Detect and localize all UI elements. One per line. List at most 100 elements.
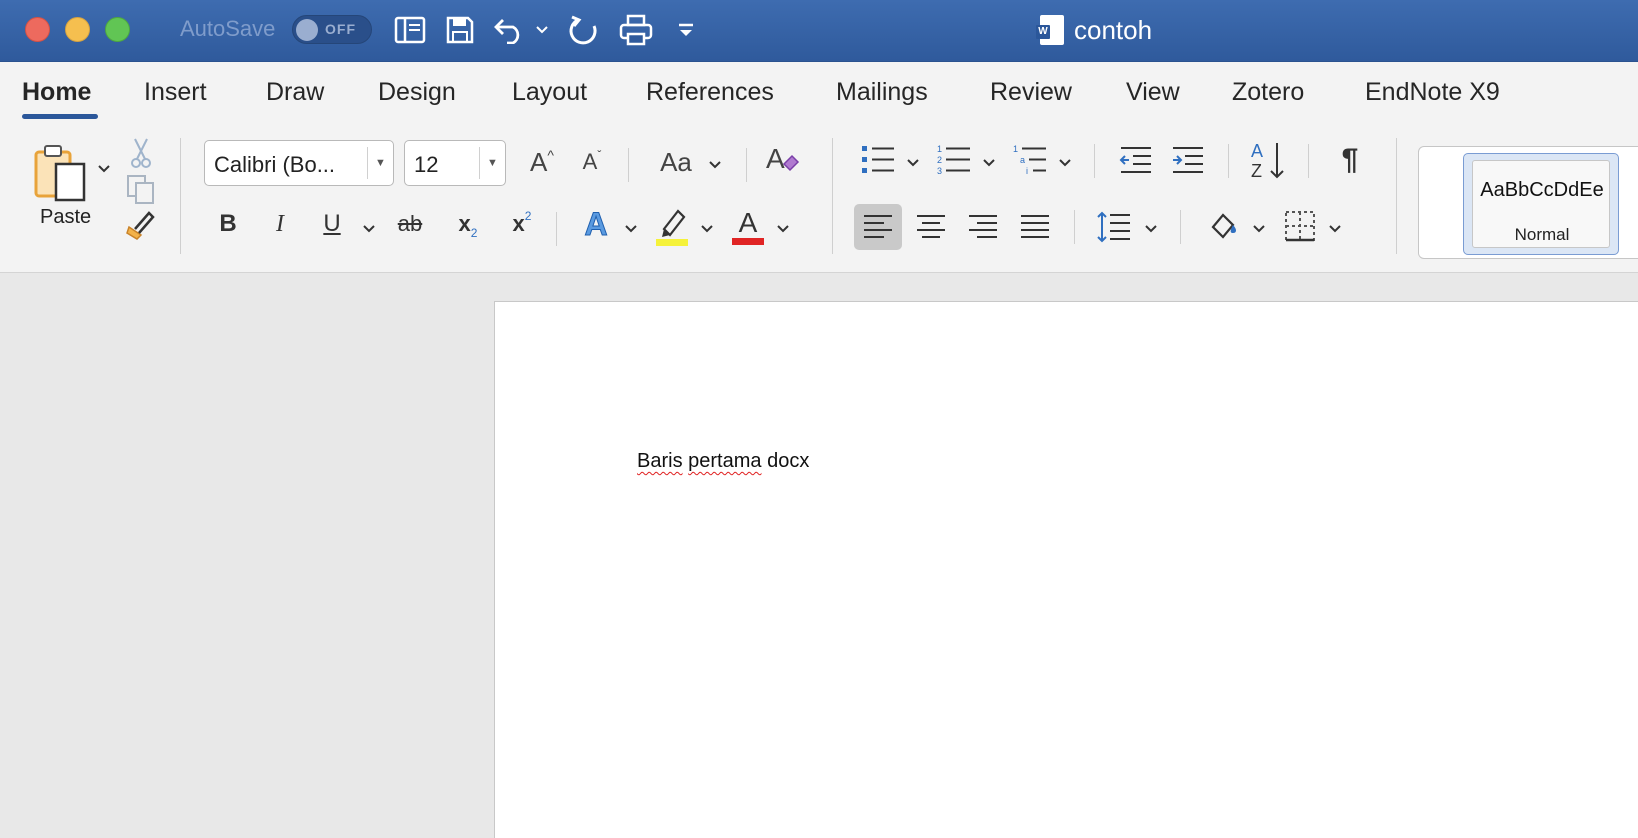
tab-draw[interactable]: Draw xyxy=(266,78,324,107)
undo-dropdown-chevron-icon[interactable] xyxy=(532,12,552,48)
ribbon-tabs: Home Insert Draw Design Layout Reference… xyxy=(0,62,1638,124)
shading-chevron-icon[interactable] xyxy=(1252,221,1266,237)
cut-icon[interactable] xyxy=(126,136,156,170)
svg-text:1: 1 xyxy=(1013,144,1018,154)
autosave-toggle[interactable]: OFF xyxy=(292,15,372,44)
text-effects-button[interactable]: A xyxy=(576,204,616,244)
font-color-chevron-icon[interactable] xyxy=(776,221,790,237)
svg-text:A: A xyxy=(1251,141,1263,161)
minimize-window-button[interactable] xyxy=(65,17,90,42)
change-case-chevron-icon[interactable] xyxy=(708,157,722,173)
caret-up-icon: ^ xyxy=(547,147,554,163)
paste-label: Paste xyxy=(40,206,92,228)
text-effects-chevron-icon[interactable] xyxy=(624,221,638,237)
document-text[interactable]: Baris pertama docx xyxy=(637,450,809,473)
tab-design[interactable]: Design xyxy=(378,78,456,107)
sort-icon[interactable]: AZ xyxy=(1248,138,1288,182)
undo-icon[interactable] xyxy=(492,12,528,48)
line-spacing-chevron-icon[interactable] xyxy=(1144,221,1158,237)
bold-label: B xyxy=(219,210,237,237)
align-right-button[interactable] xyxy=(960,204,1006,250)
tab-review[interactable]: Review xyxy=(990,78,1072,107)
increase-indent-icon[interactable] xyxy=(1168,140,1208,180)
font-name-dropdown-arrow-icon[interactable]: ▼ xyxy=(375,157,386,169)
paste-icon[interactable] xyxy=(28,140,94,206)
redo-icon[interactable] xyxy=(566,12,602,48)
combo-divider xyxy=(479,147,480,179)
line-spacing-icon[interactable] xyxy=(1094,204,1134,250)
close-window-button[interactable] xyxy=(25,17,50,42)
bullets-chevron-icon[interactable] xyxy=(906,155,920,171)
superscript-label: x xyxy=(512,211,525,236)
italic-label: I xyxy=(276,210,284,237)
sidebar-toggle-icon[interactable] xyxy=(392,12,428,48)
strikethrough-button[interactable]: ab xyxy=(390,206,430,242)
toggle-knob xyxy=(296,19,318,41)
svg-text:A: A xyxy=(766,143,785,174)
autosave-state: OFF xyxy=(325,21,356,37)
tab-home[interactable]: Home xyxy=(22,78,91,107)
combo-divider xyxy=(367,147,368,179)
ribbon-separator xyxy=(1180,210,1181,244)
italic-button[interactable]: I xyxy=(262,206,298,242)
svg-text:a: a xyxy=(1020,155,1025,165)
borders-icon[interactable] xyxy=(1280,204,1320,248)
bullets-icon[interactable] xyxy=(858,140,898,180)
shading-icon[interactable] xyxy=(1204,204,1244,248)
customize-toolbar-icon[interactable] xyxy=(674,12,698,48)
font-color-button[interactable]: A xyxy=(728,204,768,248)
align-left-button[interactable] xyxy=(854,204,902,250)
copy-icon[interactable] xyxy=(124,172,158,206)
title-bar: AutoSave OFF W contoh xyxy=(0,0,1638,62)
numbering-icon[interactable]: 123 xyxy=(934,140,974,180)
ribbon-separator xyxy=(556,212,557,246)
subscript-mark: 2 xyxy=(470,226,478,240)
superscript-button[interactable]: x2 xyxy=(502,206,542,242)
autosave-label: AutoSave xyxy=(180,16,276,41)
ribbon-separator xyxy=(628,148,629,182)
shrink-font-icon: A xyxy=(582,149,598,174)
svg-text:1: 1 xyxy=(937,144,942,154)
style-card: AaBbCcDdEe Normal xyxy=(1472,160,1610,248)
multilevel-chevron-icon[interactable] xyxy=(1058,155,1072,171)
print-icon[interactable] xyxy=(616,12,656,48)
subscript-button[interactable]: x2 xyxy=(448,206,488,242)
align-center-button[interactable] xyxy=(908,204,954,250)
ribbon-separator xyxy=(746,148,747,182)
word-document-icon: W xyxy=(1036,15,1064,45)
maximize-window-button[interactable] xyxy=(105,17,130,42)
document-page[interactable]: Baris pertama docx xyxy=(494,301,1638,838)
tab-mailings[interactable]: Mailings xyxy=(836,78,928,107)
tab-view[interactable]: View xyxy=(1126,78,1180,107)
tab-layout[interactable]: Layout xyxy=(512,78,587,107)
ribbon-separator xyxy=(1094,144,1095,178)
decrease-indent-icon[interactable] xyxy=(1116,140,1156,180)
save-icon[interactable] xyxy=(442,12,478,48)
font-size-combo[interactable]: 12 ▼ xyxy=(404,140,506,186)
font-size-dropdown-arrow-icon[interactable]: ▼ xyxy=(487,157,498,169)
underline-button[interactable]: U xyxy=(314,206,350,242)
tab-zotero[interactable]: Zotero xyxy=(1232,78,1304,107)
document-title: W contoh xyxy=(1036,12,1152,48)
tab-insert[interactable]: Insert xyxy=(144,78,207,107)
highlight-button[interactable] xyxy=(652,204,692,248)
highlight-chevron-icon[interactable] xyxy=(700,221,714,237)
style-normal[interactable]: AaBbCcDdEe Normal xyxy=(1463,153,1619,255)
borders-chevron-icon[interactable] xyxy=(1328,221,1342,237)
numbering-chevron-icon[interactable] xyxy=(982,155,996,171)
grow-font-button[interactable]: A ^ xyxy=(524,144,560,180)
change-case-button[interactable]: Aa xyxy=(650,144,702,180)
bold-button[interactable]: B xyxy=(210,206,246,242)
format-painter-icon[interactable] xyxy=(124,208,158,242)
justify-button[interactable] xyxy=(1012,204,1058,250)
paste-dropdown-chevron-icon[interactable] xyxy=(97,161,111,177)
clear-formatting-icon[interactable]: A xyxy=(762,140,802,180)
underline-chevron-icon[interactable] xyxy=(362,221,376,237)
multilevel-list-icon[interactable]: 1ai xyxy=(1010,140,1050,180)
tab-endnote[interactable]: EndNote X9 xyxy=(1365,78,1500,107)
show-formatting-marks-button[interactable]: ¶ xyxy=(1330,140,1370,180)
tab-references[interactable]: References xyxy=(646,78,774,107)
subscript-label: x xyxy=(458,211,471,236)
shrink-font-button[interactable]: Aˇ xyxy=(574,144,610,180)
font-name-combo[interactable]: Calibri (Bo... ▼ xyxy=(204,140,394,186)
